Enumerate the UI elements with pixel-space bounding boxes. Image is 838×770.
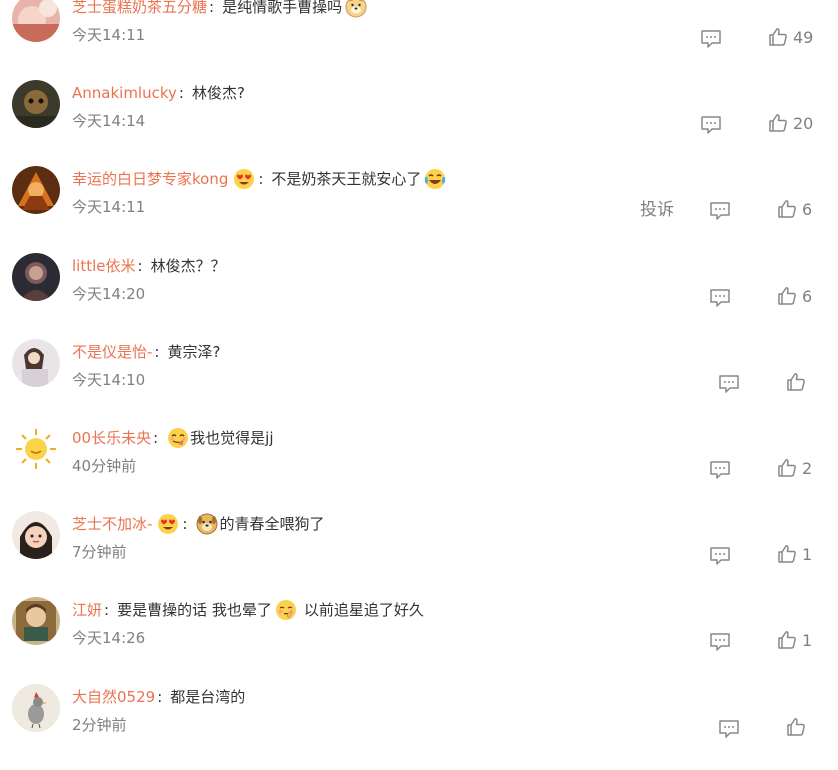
reply-icon[interactable] [718, 719, 740, 739]
like-count: 1 [802, 631, 813, 650]
username-link[interactable]: 大自然0529 [72, 685, 155, 709]
like-count: 6 [802, 200, 813, 219]
comment-text: 林俊杰？？ [150, 257, 226, 275]
colon-separator: : [154, 343, 160, 361]
like-icon[interactable] [777, 544, 797, 564]
like-icon[interactable] [777, 458, 797, 478]
avatar[interactable] [12, 684, 60, 732]
username-link[interactable]: 不是仪是怡- [72, 340, 152, 364]
reply-icon[interactable] [718, 374, 740, 394]
colon-separator: : [153, 429, 159, 447]
like-icon[interactable] [777, 286, 797, 306]
comment-line: 不是仪是怡-: 黄宗泽? [72, 340, 220, 364]
colon-separator: : [258, 170, 264, 188]
comment-timestamp: 今天14:26 [72, 629, 146, 647]
comment-line: 00长乐未央: 我也觉得是jj [72, 426, 274, 450]
like-count: 2 [802, 459, 813, 478]
colon-separator: : [137, 257, 143, 275]
like-icon[interactable] [768, 113, 788, 133]
username-link[interactable]: 幸运的白日梦专家kong [72, 167, 228, 191]
comment-item: 00长乐未央: 我也觉得是jj 40分钟前 2 [0, 425, 838, 511]
crying-laugh-icon [423, 167, 447, 191]
avatar[interactable] [12, 80, 60, 128]
comment-text: 黄宗泽? [167, 343, 221, 361]
comment-line: little依米: 林俊杰？？ [72, 254, 226, 278]
comment-text: 都是台湾的 [170, 688, 246, 706]
like-icon[interactable] [777, 199, 797, 219]
comment-text: 不是奶茶天王就安心了 [271, 170, 422, 188]
report-button[interactable]: 投诉 [640, 199, 674, 221]
comment-line: 芝士蛋糕奶茶五分糖: 是纯情歌手曹操吗 [72, 0, 368, 19]
comment-timestamp: 7分钟前 [72, 543, 127, 561]
comment-timestamp: 40分钟前 [72, 457, 137, 475]
yummy-face-icon [166, 426, 190, 450]
username-link[interactable]: 芝士蛋糕奶茶五分糖 [72, 0, 207, 19]
comment-timestamp: 今天14:11 [72, 198, 146, 216]
comment-item: 大自然0529: 都是台湾的 2分钟前 [0, 684, 838, 770]
reply-icon[interactable] [709, 201, 731, 221]
reply-icon[interactable] [700, 115, 722, 135]
like-icon[interactable] [777, 630, 797, 650]
comment-text: 的青春全喂狗了 [219, 515, 325, 533]
comment-timestamp: 今天14:20 [72, 285, 146, 303]
username-link[interactable]: 芝士不加冰- [72, 512, 152, 536]
comment-item: 幸运的白日梦专家kong: 不是奶茶天王就安心了今天14:11 投诉 6 [0, 166, 838, 252]
reply-icon[interactable] [709, 632, 731, 652]
reply-icon[interactable] [709, 288, 731, 308]
reply-icon[interactable] [709, 460, 731, 480]
comment-line: 芝士不加冰-: 的青春全喂狗了 [72, 512, 325, 536]
comment-line: 幸运的白日梦专家kong: 不是奶茶天王就安心了 [72, 167, 447, 191]
reply-icon[interactable] [700, 29, 722, 49]
avatar[interactable] [12, 339, 60, 387]
heart-eyes-badge-icon [232, 167, 256, 191]
comment-line: 江妍: 要是曹操的话 我也晕了 以前追星追了好久 [72, 598, 424, 622]
comment-text: 林俊杰? [191, 84, 245, 102]
like-icon[interactable] [768, 27, 788, 47]
username-link[interactable]: 00长乐未央 [72, 426, 151, 450]
avatar[interactable] [12, 425, 60, 473]
avatar[interactable] [12, 511, 60, 559]
comment-line: Annakimlucky: 林俊杰? [72, 81, 245, 105]
avatar[interactable] [12, 253, 60, 301]
comment-timestamp: 2分钟前 [72, 716, 127, 734]
username-link[interactable]: Annakimlucky [72, 81, 177, 105]
colon-separator: : [157, 688, 163, 706]
colon-separator: : [182, 515, 188, 533]
comment-timestamp: 今天14:10 [72, 371, 146, 389]
heart-eyes-badge-icon [156, 512, 180, 536]
dog-face-icon [195, 512, 219, 536]
comment-item: 不是仪是怡-: 黄宗泽? 今天14:10 [0, 339, 838, 425]
reply-icon[interactable] [709, 546, 731, 566]
colon-separator: : [178, 84, 184, 102]
like-icon[interactable] [786, 372, 806, 392]
comment-item: little依米: 林俊杰？？ 今天14:20 6 [0, 253, 838, 339]
like-count: 1 [802, 545, 813, 564]
comment-timestamp: 今天14:14 [72, 112, 146, 130]
avatar[interactable] [12, 0, 60, 42]
avatar[interactable] [12, 166, 60, 214]
like-icon[interactable] [786, 717, 806, 737]
comment-timestamp: 今天14:11 [72, 26, 146, 44]
comment-text-continued: 以前追星追了好久 [303, 601, 424, 619]
comment-text: 是纯情歌手曹操吗 [222, 0, 343, 16]
comment-text: 我也觉得是jj [190, 429, 274, 447]
comment-item: 芝士蛋糕奶茶五分糖: 是纯情歌手曹操吗今天14:11 49 [0, 0, 838, 80]
doge-icon [344, 0, 368, 19]
avatar[interactable] [12, 597, 60, 645]
comment-item: 芝士不加冰-: 的青春全喂狗了 7分钟前 1 [0, 511, 838, 597]
comment-item: 江妍: 要是曹操的话 我也晕了 以前追星追了好久今天14:26 1 [0, 597, 838, 683]
like-count: 49 [793, 28, 814, 47]
username-link[interactable]: 江妍 [72, 598, 102, 622]
shy-face-icon [274, 598, 298, 622]
colon-separator: : [209, 0, 215, 16]
username-link[interactable]: little依米 [72, 254, 136, 278]
colon-separator: : [104, 601, 110, 619]
like-count: 20 [793, 114, 814, 133]
comment-text: 要是曹操的话 我也晕了 [117, 601, 272, 619]
comment-line: 大自然0529: 都是台湾的 [72, 685, 245, 709]
comment-item: Annakimlucky: 林俊杰? 今天14:14 20 [0, 80, 838, 166]
like-count: 6 [802, 287, 813, 306]
